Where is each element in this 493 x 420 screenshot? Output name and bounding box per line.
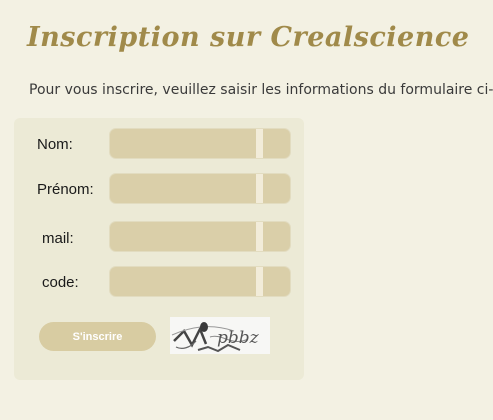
captcha-text: pbbz <box>217 328 260 348</box>
intro-text: Pour vous inscrire, veuillez saisir les … <box>29 82 493 98</box>
prenom-input[interactable] <box>109 173 291 204</box>
nom-input[interactable] <box>109 128 291 159</box>
mail-input[interactable] <box>109 221 291 252</box>
sinscrire-button[interactable]: S'inscrire <box>39 322 156 351</box>
prenom-label: Prénom: <box>37 181 94 198</box>
captcha-image: pbbz <box>170 317 270 354</box>
nom-label: Nom: <box>37 136 73 153</box>
page-title: Inscription sur Crealscience <box>27 22 470 53</box>
mail-label: mail: <box>42 230 74 247</box>
code-label: code: <box>42 274 79 291</box>
code-input[interactable] <box>109 266 291 297</box>
